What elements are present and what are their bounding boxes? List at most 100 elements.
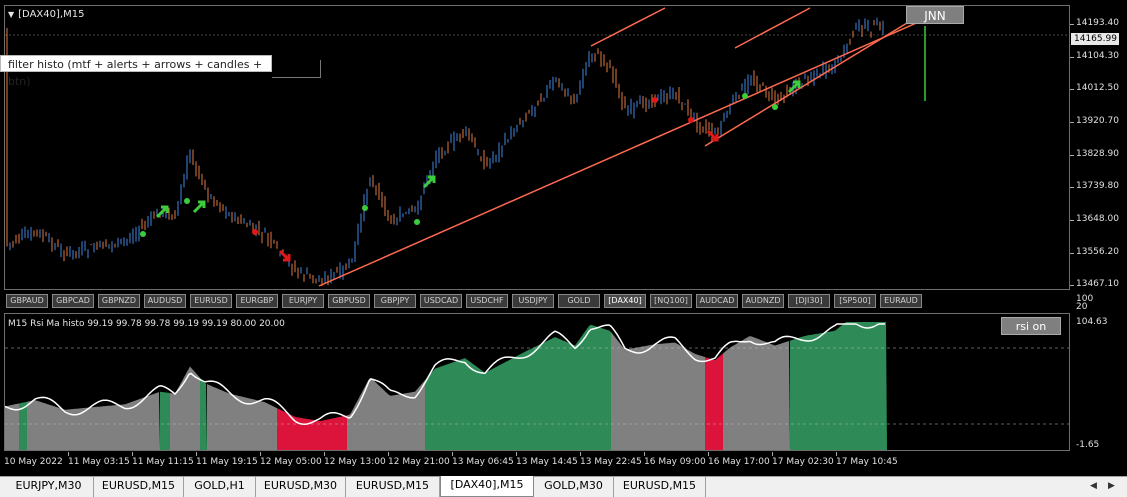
- buy-dot-icon: [140, 231, 146, 237]
- chart-tab[interactable]: EURUSD,M15: [614, 477, 706, 497]
- time-axis[interactable]: 10 May 2022 11 May 03:15 11 May 11:15 11…: [4, 452, 1070, 474]
- chart-title-text: [DAX40],M15: [18, 9, 85, 20]
- indicator-scale-label: 104.63: [1076, 317, 1108, 327]
- symbol-button[interactable]: EURJPY: [282, 294, 324, 308]
- symbol-button[interactable]: GBPCAD: [52, 294, 94, 308]
- symbol-button[interactable]: GBPAUD: [6, 294, 48, 308]
- histogram-bar: [200, 377, 207, 450]
- price-tick: [1070, 24, 1074, 25]
- price-tick: [1070, 220, 1074, 221]
- buy-arrow-icon: [422, 175, 436, 189]
- symbol-button[interactable]: USDCAD: [420, 294, 462, 308]
- symbol-button[interactable]: [SP500]: [834, 294, 876, 308]
- symbol-button-active[interactable]: [DAX40]: [604, 294, 646, 308]
- time-label: 13 May 22:45: [580, 457, 642, 467]
- time-tick: [324, 452, 325, 456]
- price-chart[interactable]: [4, 5, 1070, 290]
- rsi-on-button[interactable]: rsi on: [1001, 317, 1061, 335]
- chart-tab-active[interactable]: [DAX40],M15: [440, 476, 534, 497]
- triangle-left-icon[interactable]: ◀: [1090, 481, 1097, 491]
- time-label: 10 May 2022: [4, 457, 63, 467]
- symbol-button[interactable]: AUDCAD: [696, 294, 738, 308]
- price-chart-canvas: [5, 6, 1069, 287]
- symbol-button[interactable]: GBPJPY: [374, 294, 416, 308]
- price-scale[interactable]: 14193.40 14165.99 14104.30 14012.50 1392…: [1070, 5, 1127, 290]
- symbol-button[interactable]: GBPUSD: [328, 294, 370, 308]
- symbol-button[interactable]: USDCHF: [466, 294, 508, 308]
- symbol-button[interactable]: GOLD: [558, 294, 600, 308]
- buy-dot-icon: [184, 198, 190, 204]
- time-label: 17 May 10:45: [836, 457, 898, 467]
- histogram-bar: [425, 324, 611, 450]
- symbol-button[interactable]: AUDUSD: [144, 294, 186, 308]
- symbol-button[interactable]: [DJI30]: [788, 294, 830, 308]
- sell-dot-icon: [252, 229, 258, 235]
- indicator-tooltip: filter histo (mtf + alerts + arrows + ca…: [0, 55, 272, 88]
- jnn-button[interactable]: JNN: [906, 6, 964, 24]
- symbol-button[interactable]: EURGBP: [236, 294, 278, 308]
- buy-arrow-icon: [192, 200, 206, 214]
- chart-tab[interactable]: GOLD,M30: [534, 477, 614, 497]
- time-label: 16 May 09:00: [644, 457, 706, 467]
- time-label: 16 May 17:00: [708, 457, 770, 467]
- chart-tab[interactable]: GOLD,H1: [184, 477, 256, 497]
- symbol-button[interactable]: AUDNZD: [742, 294, 784, 308]
- time-tick: [260, 452, 261, 456]
- chart-tab[interactable]: EURUSD,M15: [94, 477, 184, 497]
- price-tick: [1070, 187, 1074, 188]
- time-label: 13 May 14:45: [516, 457, 578, 467]
- time-tick: [836, 452, 837, 456]
- time-label: 12 May 05:00: [260, 457, 322, 467]
- buy-dot-icon: [772, 104, 778, 110]
- symbol-button[interactable]: USDJPY: [512, 294, 554, 308]
- time-tick: [68, 452, 69, 456]
- symbol-button[interactable]: GBPNZD: [98, 294, 140, 308]
- time-tick: [196, 452, 197, 456]
- time-label: 11 May 19:15: [196, 457, 258, 467]
- indicator-scale-label: 20: [1076, 302, 1088, 312]
- triangle-right-icon[interactable]: ▶: [1108, 481, 1115, 491]
- histogram-bar: [5, 403, 19, 450]
- chart-tab[interactable]: EURUSD,M15: [346, 477, 440, 497]
- symbol-button[interactable]: EURUSD: [190, 294, 232, 308]
- current-price-label: 14165.99: [1071, 33, 1119, 45]
- price-label: 14193.40: [1076, 18, 1119, 28]
- price-label: 13648.00: [1076, 214, 1119, 224]
- price-tick: [1070, 253, 1074, 254]
- time-tick: [644, 452, 645, 456]
- histogram-bar: [723, 336, 790, 450]
- triangle-down-icon[interactable]: ▼: [8, 10, 14, 19]
- price-tick: [1070, 155, 1074, 156]
- price-tick: [1070, 57, 1074, 58]
- histogram-bar: [27, 392, 160, 450]
- symbol-button[interactable]: EURAUD: [880, 294, 922, 308]
- sell-arrow-icon: [278, 249, 291, 262]
- indicator-window[interactable]: [4, 313, 1070, 451]
- symbol-button[interactable]: [NQ100]: [650, 294, 692, 308]
- histogram-bar: [160, 391, 170, 450]
- time-label: 12 May 21:00: [388, 457, 450, 467]
- buy-dot-icon: [414, 219, 420, 225]
- price-tick: [1070, 89, 1074, 90]
- histogram-bar: [170, 366, 200, 450]
- chart-tab[interactable]: EURJPY,M30: [4, 477, 94, 497]
- indicator-scale-label: -1.65: [1076, 440, 1100, 450]
- histogram-bar: [611, 332, 705, 450]
- sell-dot-icon: [652, 97, 658, 103]
- channel-line: [734, 7, 811, 49]
- price-label: 13920.70: [1076, 116, 1119, 126]
- time-tick: [516, 452, 517, 456]
- chart-tab[interactable]: EURUSD,M30: [256, 477, 346, 497]
- indicator-scale[interactable]: 100 20 104.63 -1.65: [1070, 290, 1127, 455]
- time-tick: [580, 452, 581, 456]
- histogram-bar: [277, 408, 347, 450]
- time-tick: [388, 452, 389, 456]
- price-label: 13556.20: [1076, 247, 1119, 257]
- time-label: 17 May 02:30: [772, 457, 834, 467]
- channel-line: [318, 6, 956, 287]
- histogram-bar: [705, 353, 723, 450]
- channel-line: [590, 7, 666, 47]
- price-tick: [1070, 285, 1074, 286]
- time-tick: [708, 452, 709, 456]
- price-tick: [1070, 122, 1074, 123]
